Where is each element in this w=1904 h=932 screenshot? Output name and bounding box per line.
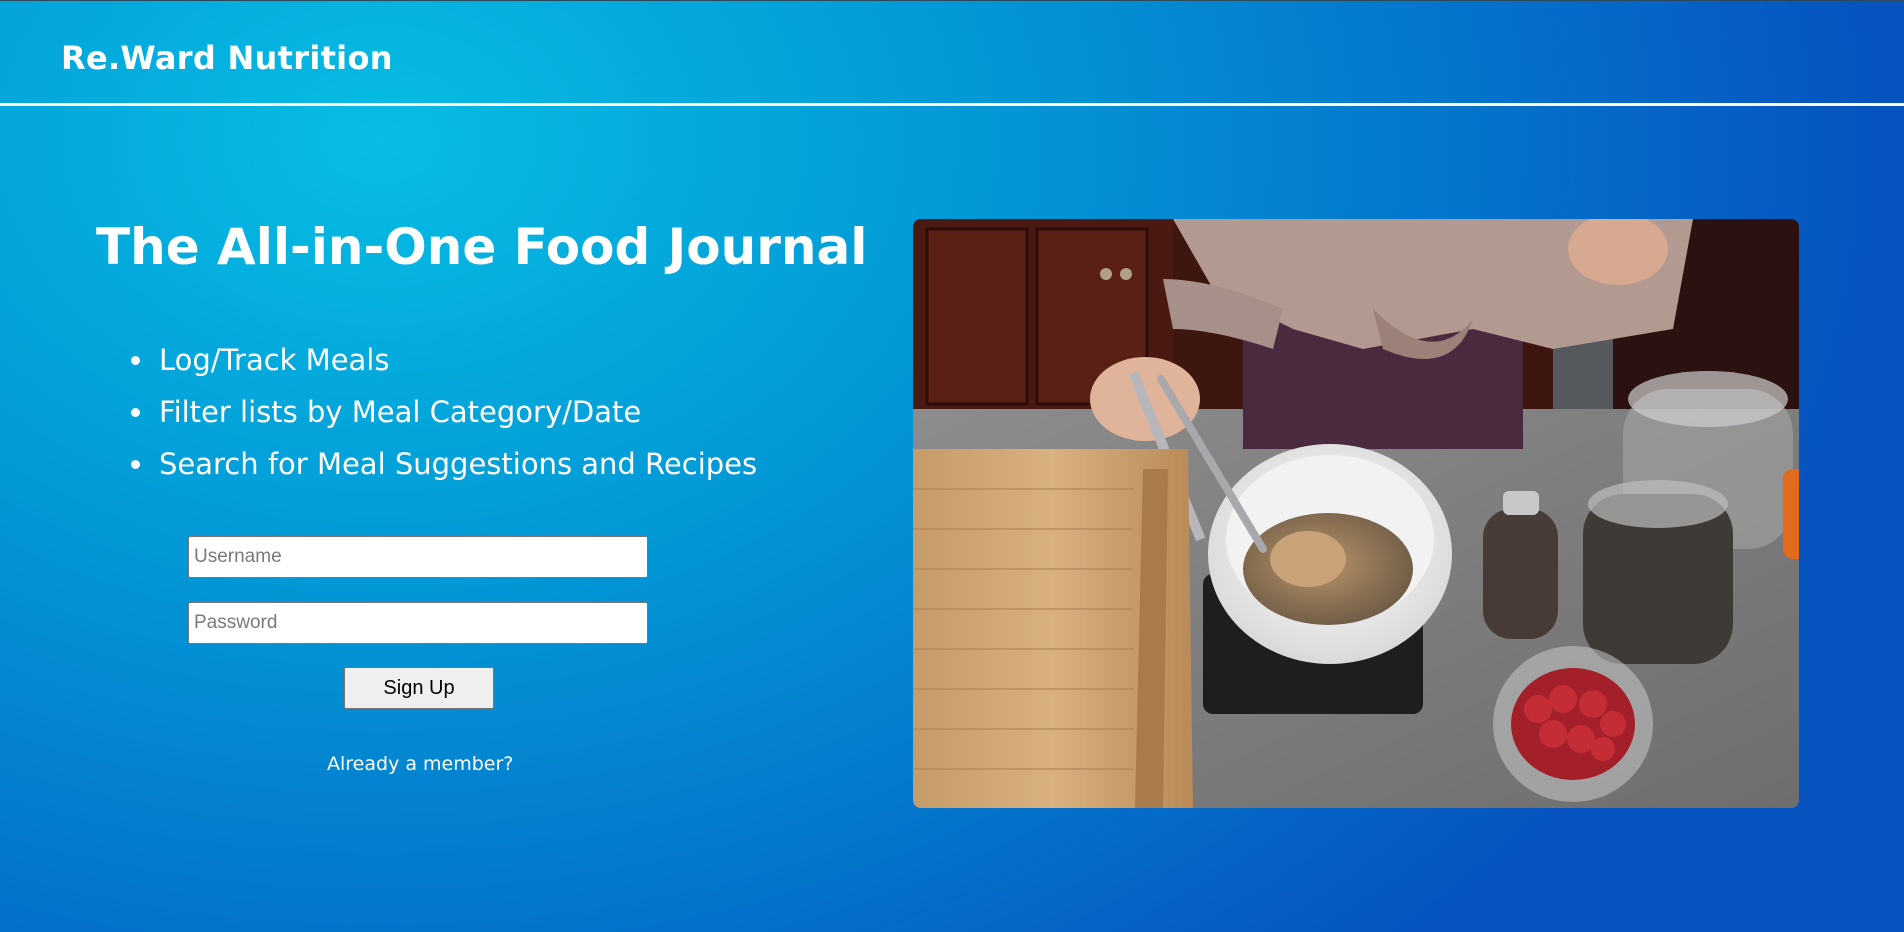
password-input[interactable] (188, 602, 648, 644)
feature-list: Log/Track Meals Filter lists by Meal Cat… (126, 334, 757, 490)
brand-logo-link[interactable]: Re.Ward Nutrition (61, 39, 393, 77)
sign-up-button[interactable]: Sign Up (344, 667, 494, 709)
already-member-link[interactable]: Already a member? (327, 753, 513, 775)
feature-item-filter-lists: Filter lists by Meal Category/Date (126, 386, 757, 438)
navbar-divider (0, 103, 1904, 106)
username-input[interactable] (188, 536, 648, 578)
feature-item-log-meals: Log/Track Meals (126, 334, 757, 386)
navbar: Re.Ward Nutrition (0, 1, 1904, 104)
hero-title: The All-in-One Food Journal (96, 218, 868, 276)
hero-photo (913, 219, 1799, 808)
feature-item-search-recipes: Search for Meal Suggestions and Recipes (126, 438, 757, 490)
